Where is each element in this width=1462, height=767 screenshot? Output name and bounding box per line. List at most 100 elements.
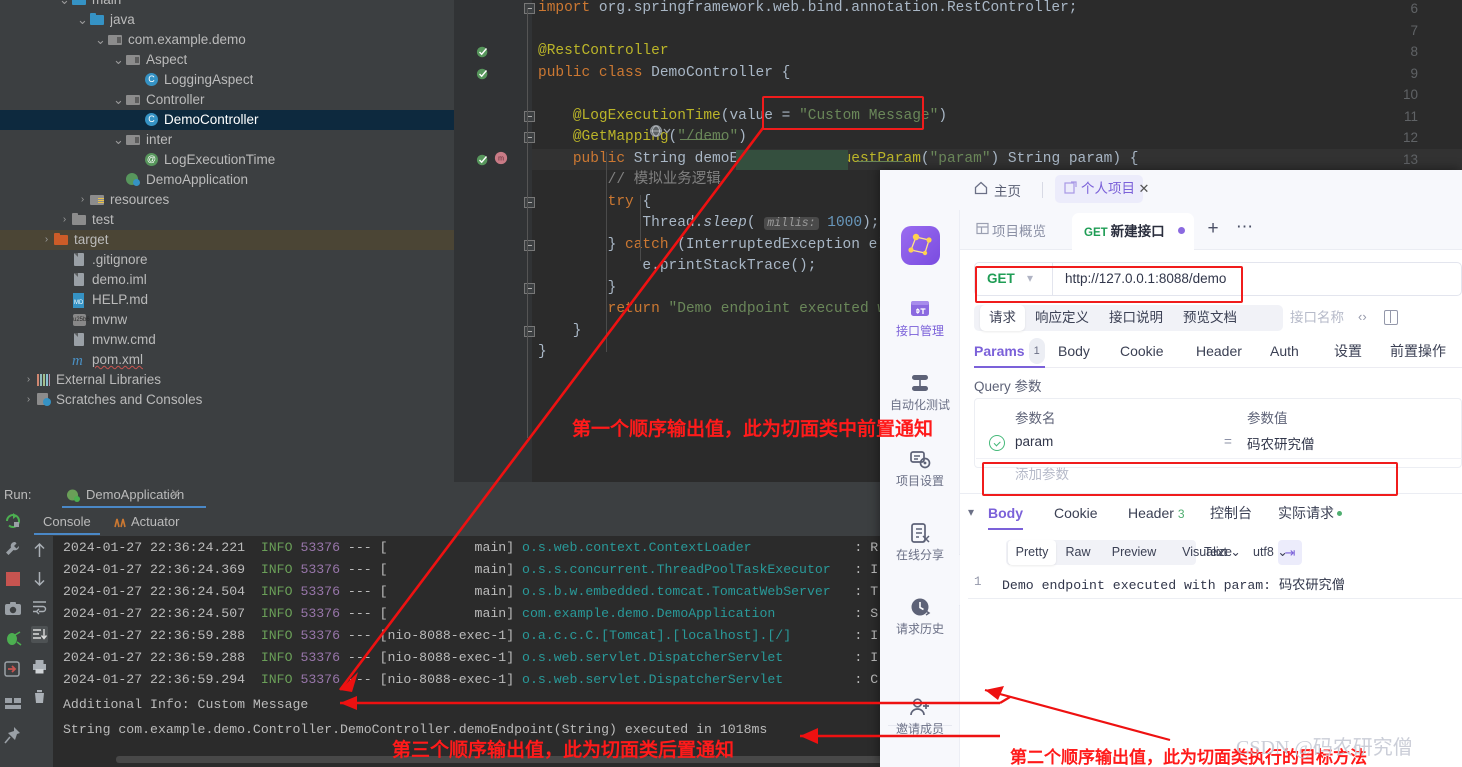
response-tab-header[interactable]: Header 3 (1128, 500, 1185, 530)
tree-item-mvnw[interactable]: mvnw (0, 310, 454, 330)
debug-bug-icon[interactable] (4, 630, 22, 648)
scroll-down-icon[interactable] (31, 570, 48, 587)
project-tree-panel[interactable]: ⌄main⌄java⌄com.example.demo⌄Aspect Loggi… (0, 0, 454, 482)
param-enabled-checkbox[interactable] (989, 435, 1005, 451)
code-line[interactable]: } (538, 278, 617, 300)
run-tab-close-icon[interactable]: ✕ (170, 486, 181, 502)
tree-item-loggingaspect[interactable]: LoggingAspect (0, 70, 454, 90)
code-line[interactable]: import org.springframework.web.bind.anno… (538, 0, 1078, 20)
tree-item-scratches-and-consoles[interactable]: › Scratches and Consoles (0, 390, 454, 410)
home-icon[interactable] (974, 181, 988, 195)
code-line[interactable]: } (538, 342, 547, 364)
web-globe-icon[interactable] (649, 124, 671, 138)
tree-item-controller[interactable]: ⌄ Controller (0, 90, 454, 110)
param-tab-设置[interactable]: 设置 (1334, 338, 1362, 368)
request-section-tabs[interactable]: 接口名称 ‹› 请求 响应定义 接口说明 预览文档 (974, 305, 1462, 331)
fold-toggle-icon[interactable] (524, 110, 535, 122)
camera-icon[interactable] (4, 600, 22, 618)
code-line[interactable]: Thread.sleep( millis: 1000); (538, 213, 879, 235)
project-tab-close-icon[interactable]: ✕ (1135, 175, 1153, 203)
scroll-to-end-icon[interactable] (31, 626, 48, 643)
code-line[interactable]: e.printStackTrace(); (538, 256, 816, 278)
run-toolbar-left[interactable] (0, 508, 26, 767)
chevron-down-icon[interactable]: ▾ (968, 505, 974, 519)
home-tab[interactable]: 主页 (994, 180, 1021, 200)
view-tab-pretty[interactable]: Pretty (1008, 540, 1056, 565)
tree-item-democontroller[interactable]: DemoController (0, 110, 454, 130)
url-bar[interactable]: GET ▾ http://127.0.0.1:8088/demo (974, 262, 1462, 296)
editor-gutter[interactable] (454, 0, 532, 482)
api-main-area[interactable]: 项目概览 GET 新建接口 + ⋯ GET ▾ http://127.0.0.1:… (960, 210, 1462, 767)
chevron-right-icon[interactable]: › (22, 390, 35, 410)
sidebar-item-1[interactable]: 自动化测试 (880, 372, 960, 412)
tree-item-com-example-demo[interactable]: ⌄ com.example.demo (0, 30, 454, 50)
subtab-new-request[interactable]: GET 新建接口 (1072, 213, 1194, 251)
chevron-down-icon[interactable]: ⌄ (94, 33, 107, 46)
code-line[interactable]: @LogExecutionTime(value = "Custom Messag… (538, 106, 947, 128)
tree-item-pom-xml[interactable]: pom.xml (0, 350, 454, 371)
code-line[interactable]: try { (538, 192, 652, 214)
request-name-placeholder[interactable]: 接口名称 (1290, 305, 1344, 331)
view-tab-preview[interactable]: Preview (1100, 540, 1168, 565)
code-line[interactable]: public class DemoController { (538, 63, 790, 85)
add-tab-button[interactable]: + (1202, 219, 1224, 241)
chevron-right-icon[interactable]: › (40, 230, 53, 250)
stop-icon[interactable] (6, 572, 20, 586)
param-tab-auth[interactable]: Auth (1270, 338, 1299, 368)
more-tabs-button[interactable]: ⋯ (1234, 218, 1256, 241)
fold-toggle-icon[interactable] (524, 3, 535, 14)
param-tab-header[interactable]: Header (1196, 338, 1242, 368)
spring-bean-gutter-icon[interactable] (476, 67, 490, 81)
tree-item-aspect[interactable]: ⌄ Aspect (0, 50, 454, 70)
response-tab-body[interactable]: Body (988, 500, 1023, 530)
code-line[interactable]: } catch (InterruptedException e) { (538, 235, 904, 257)
tree-item-target[interactable]: › target (0, 230, 454, 250)
code-line[interactable]: return "Demo endpoint executed with (538, 299, 913, 321)
clear-all-icon[interactable] (31, 688, 48, 705)
sidebar-item-5[interactable]: 邀请成员 (880, 696, 960, 736)
chevron-right-icon[interactable]: › (22, 370, 35, 390)
run-config-tab[interactable]: DemoApplication (62, 482, 207, 508)
code-view-icon[interactable]: ‹› (1358, 309, 1367, 324)
tree-item-external-libraries[interactable]: › External Libraries (0, 370, 454, 390)
wrench-icon[interactable] (4, 540, 22, 558)
request-tab-1[interactable]: 响应定义 (1026, 305, 1098, 331)
console-toolbar[interactable] (26, 536, 53, 767)
chevron-down-icon[interactable]: ⌄ (112, 53, 125, 66)
tree-item-demoapplication[interactable]: DemoApplication (0, 170, 454, 190)
code-line[interactable]: // 模拟业务逻辑 (538, 170, 721, 192)
tree-item-test[interactable]: › test (0, 210, 454, 230)
param-value-value[interactable]: 码农研究僧 (1247, 433, 1315, 453)
run-tool-window[interactable]: Run: DemoApplication ✕ Console Actuator … (0, 482, 880, 767)
response-body[interactable]: 1 Demo endpoint executed with param: 码农研… (960, 572, 1462, 598)
api-sidebar[interactable]: 接口管理 自动化测试 项目设置 在线分享 请求历史 邀请成员 (880, 210, 960, 767)
tree-item-mvnw-cmd[interactable]: mvnw.cmd (0, 330, 454, 350)
scroll-up-icon[interactable] (31, 542, 48, 559)
request-tab-0[interactable]: 请求 (980, 305, 1025, 331)
tree-item-resources[interactable]: › resources (0, 190, 454, 210)
endpoint-gutter-icon[interactable] (476, 153, 490, 167)
param-tab-前置操作[interactable]: 前置操作 (1390, 338, 1446, 368)
console-tabs-row[interactable]: Console Actuator (26, 508, 880, 536)
query-params-table[interactable]: 参数名 参数值 param = 码农研究僧 添加参数 (974, 398, 1462, 482)
tree-item-help-md[interactable]: HELP.md (0, 290, 454, 310)
response-tab-实际请求[interactable]: 实际请求 (1278, 500, 1342, 530)
response-type-select[interactable]: Text ⌄ (1204, 540, 1241, 565)
view-tab-raw[interactable]: Raw (1056, 540, 1100, 565)
fold-toggle-icon[interactable] (524, 282, 535, 294)
response-tab-cookie[interactable]: Cookie (1054, 500, 1098, 530)
param-tab-body[interactable]: Body (1058, 338, 1090, 368)
request-tab-2[interactable]: 接口说明 (1100, 305, 1172, 331)
param-tab-params[interactable]: Params 1 (974, 338, 1045, 368)
tree-item-main[interactable]: ⌄ main (0, 0, 454, 10)
fold-toggle-icon[interactable] (524, 196, 535, 208)
tree-item-inter[interactable]: ⌄ inter (0, 130, 454, 150)
chevron-down-icon[interactable]: ⌄ (112, 93, 125, 106)
chevron-down-icon[interactable]: ⌄ (58, 0, 71, 6)
chevron-down-icon[interactable]: ⌄ (76, 13, 89, 26)
param-tabs[interactable]: Params 1 Body Cookie Header Auth 设置 前置操作 (974, 338, 1462, 368)
chevron-down-icon[interactable]: ⌄ (112, 133, 125, 146)
console-scrollbar[interactable] (116, 756, 880, 763)
url-input[interactable]: http://127.0.0.1:8088/demo (1052, 262, 1462, 296)
code-line[interactable]: } (538, 321, 582, 343)
